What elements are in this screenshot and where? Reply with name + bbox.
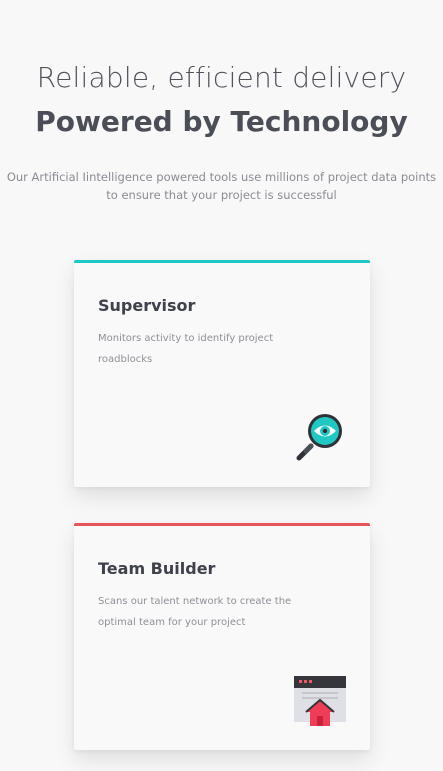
card-title: Team Builder [98,559,216,578]
magnifier-eye-icon [294,411,346,463]
team-window-icon [294,674,346,726]
card-accent-bar [74,523,370,526]
card-accent-bar [74,260,370,263]
hero-subtitle: Reliable, efficient delivery [36,61,407,94]
card-description: Monitors activity to identify project ro… [98,333,274,365]
card-description: Scans our talent network to create the o… [98,596,292,628]
hero-description-text: Our Artificial Iintelligence powered too… [6,170,437,202]
hero-description: Our Artificial Iintelligence powered too… [0,168,443,204]
card-title: Supervisor [98,296,196,315]
card-team-builder[interactable]: Team Builder Scans our talent network to… [74,523,370,750]
card-supervisor[interactable]: Supervisor Monitors activity to identify… [74,260,370,487]
hero-title: Powered by Technology [35,105,408,138]
